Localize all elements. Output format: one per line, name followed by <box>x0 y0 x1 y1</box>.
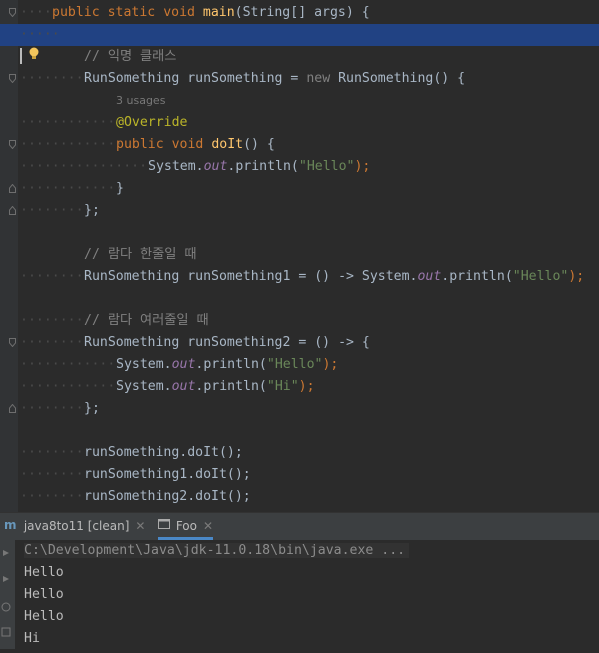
tab-java8to11-clean[interactable]: m java8to11 [clean] ✕ <box>4 513 145 540</box>
code-line[interactable]: // 람다 한줄일 때 <box>0 244 599 266</box>
code-line[interactable]: ········· runSomething.doIt(); <box>0 442 599 464</box>
code-line[interactable]: ············· System.out.println("Hi"); <box>0 376 599 398</box>
close-icon[interactable]: ✕ <box>203 519 213 533</box>
console-output-line: Hello <box>24 565 64 580</box>
code-line[interactable]: ········· RunSomething runSomething = ne… <box>0 68 599 90</box>
code-line[interactable]: ················· System.out.println("He… <box>0 156 599 178</box>
current-line-highlight[interactable]: ····· <box>0 24 599 46</box>
console-command-line: C:\Development\Java\jdk-11.0.18\bin\java… <box>24 540 410 562</box>
code-line[interactable]: ············· System.out.println("Hello"… <box>0 354 599 376</box>
run-console[interactable]: C:\Development\Java\jdk-11.0.18\bin\java… <box>0 540 599 649</box>
code-line[interactable]: ········· }; <box>0 398 599 420</box>
fold-collapse-icon[interactable] <box>9 338 16 347</box>
code-line[interactable]: ············· public void doIt() { <box>0 134 599 156</box>
svg-text:m: m <box>4 518 17 530</box>
fold-end-icon[interactable] <box>9 206 16 215</box>
code-line[interactable]: ········· RunSomething runSomething1 = (… <box>0 266 599 288</box>
code-line[interactable]: ········· RunSomething runSomething2 = (… <box>0 332 599 354</box>
console-output-line: Hello <box>24 609 64 624</box>
tab-foo[interactable]: Foo ✕ <box>158 513 214 540</box>
code-line[interactable]: ········· runSomething2.doIt(); <box>0 486 599 508</box>
console-toolbar-icons <box>1 550 11 637</box>
code-editor[interactable]: ····· public static void main(String[] a… <box>0 0 599 512</box>
run-config-icon <box>158 513 172 540</box>
console-output-line: Hello <box>24 587 64 602</box>
code-line[interactable]: ············· @Override <box>0 112 599 134</box>
text-caret <box>20 48 22 64</box>
fold-collapse-icon[interactable] <box>9 74 16 83</box>
maven-icon: m <box>4 513 20 540</box>
fold-end-icon[interactable] <box>9 404 16 413</box>
fold-end-icon[interactable] <box>9 184 16 193</box>
usages-inlay-hint[interactable]: 3 usages <box>0 90 599 112</box>
run-tool-window-tabs: m java8to11 [clean] ✕ Foo ✕ <box>0 512 599 540</box>
console-toolbar <box>0 540 15 649</box>
console-output-line: Hi <box>24 631 40 646</box>
code-line[interactable]: ········· }; <box>0 200 599 222</box>
code-line[interactable]: // 익명 클래스 <box>0 46 599 68</box>
code-line[interactable]: ········· // 람다 여러줄일 때 <box>0 310 599 332</box>
fold-collapse-icon[interactable] <box>9 8 16 17</box>
code-line[interactable]: ········· runSomething1.doIt(); <box>0 464 599 486</box>
lightbulb-icon[interactable] <box>28 46 40 62</box>
fold-collapse-icon[interactable] <box>9 140 16 149</box>
code-line[interactable]: ············· } <box>0 178 599 200</box>
close-icon[interactable]: ✕ <box>135 519 145 533</box>
code-line[interactable]: ····· public static void main(String[] a… <box>0 2 599 24</box>
